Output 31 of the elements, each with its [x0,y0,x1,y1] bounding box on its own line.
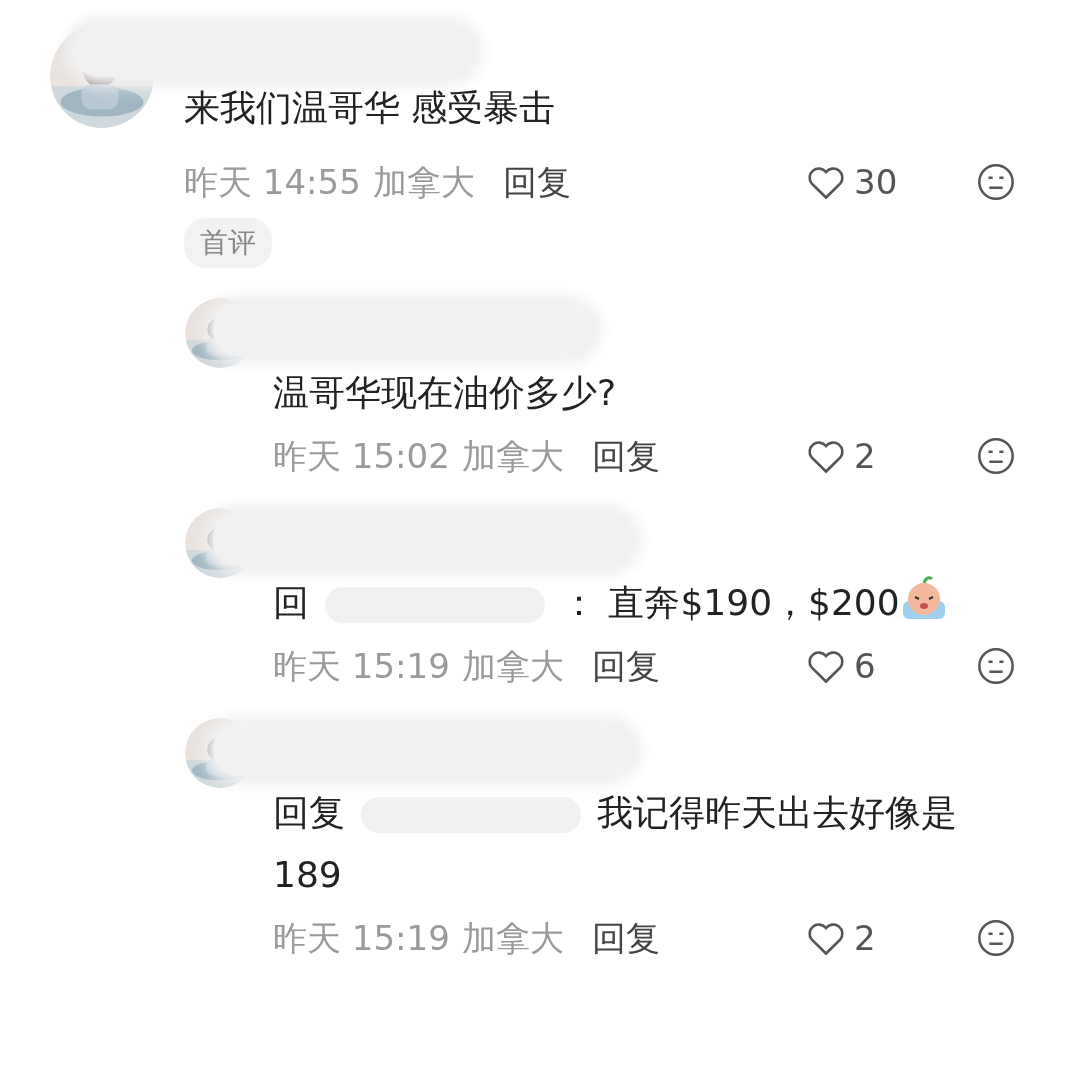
reply-prefix: 回 [273,582,309,623]
comment-text: 来我们温哥华 感受暴击 [184,86,557,130]
comment-text: 回复 我记得昨天出去好像是189 [273,791,958,897]
face-icon[interactable] [976,646,1016,686]
comment-time: 昨天 15:19 [273,645,450,688]
face-icon[interactable] [976,918,1016,958]
comment-location: 加拿大 [461,435,564,478]
comment-location: 加拿大 [372,161,475,204]
reply-link[interactable]: 回复 [591,916,660,960]
heart-icon[interactable] [806,648,846,684]
face-icon[interactable] [976,162,1016,202]
face-icon[interactable] [976,436,1016,476]
like-count: 6 [854,645,877,688]
first-comment-badge: 首评 [184,218,272,268]
comment-time: 昨天 14:55 [184,161,361,204]
reply-link[interactable]: 回复 [502,160,571,204]
comment-time: 昨天 15:02 [273,435,450,478]
comment-location: 加拿大 [461,917,564,960]
comment-location: 加拿大 [461,645,564,688]
reply-prefix: 回复 [273,792,345,833]
comment-time: 昨天 15:19 [273,917,450,960]
like-count: 30 [854,161,899,204]
like-count: 2 [854,435,877,478]
comment-text: 回 ： 直奔$190，$200 [273,572,1016,634]
reply-link[interactable]: 回复 [591,434,660,478]
reply-link[interactable]: 回复 [591,644,660,688]
comment-text: 温哥华现在油价多少? [273,371,618,415]
like-count: 2 [854,917,877,960]
heart-icon[interactable] [806,920,846,956]
heart-icon[interactable] [806,164,846,200]
heart-icon[interactable] [806,438,846,474]
